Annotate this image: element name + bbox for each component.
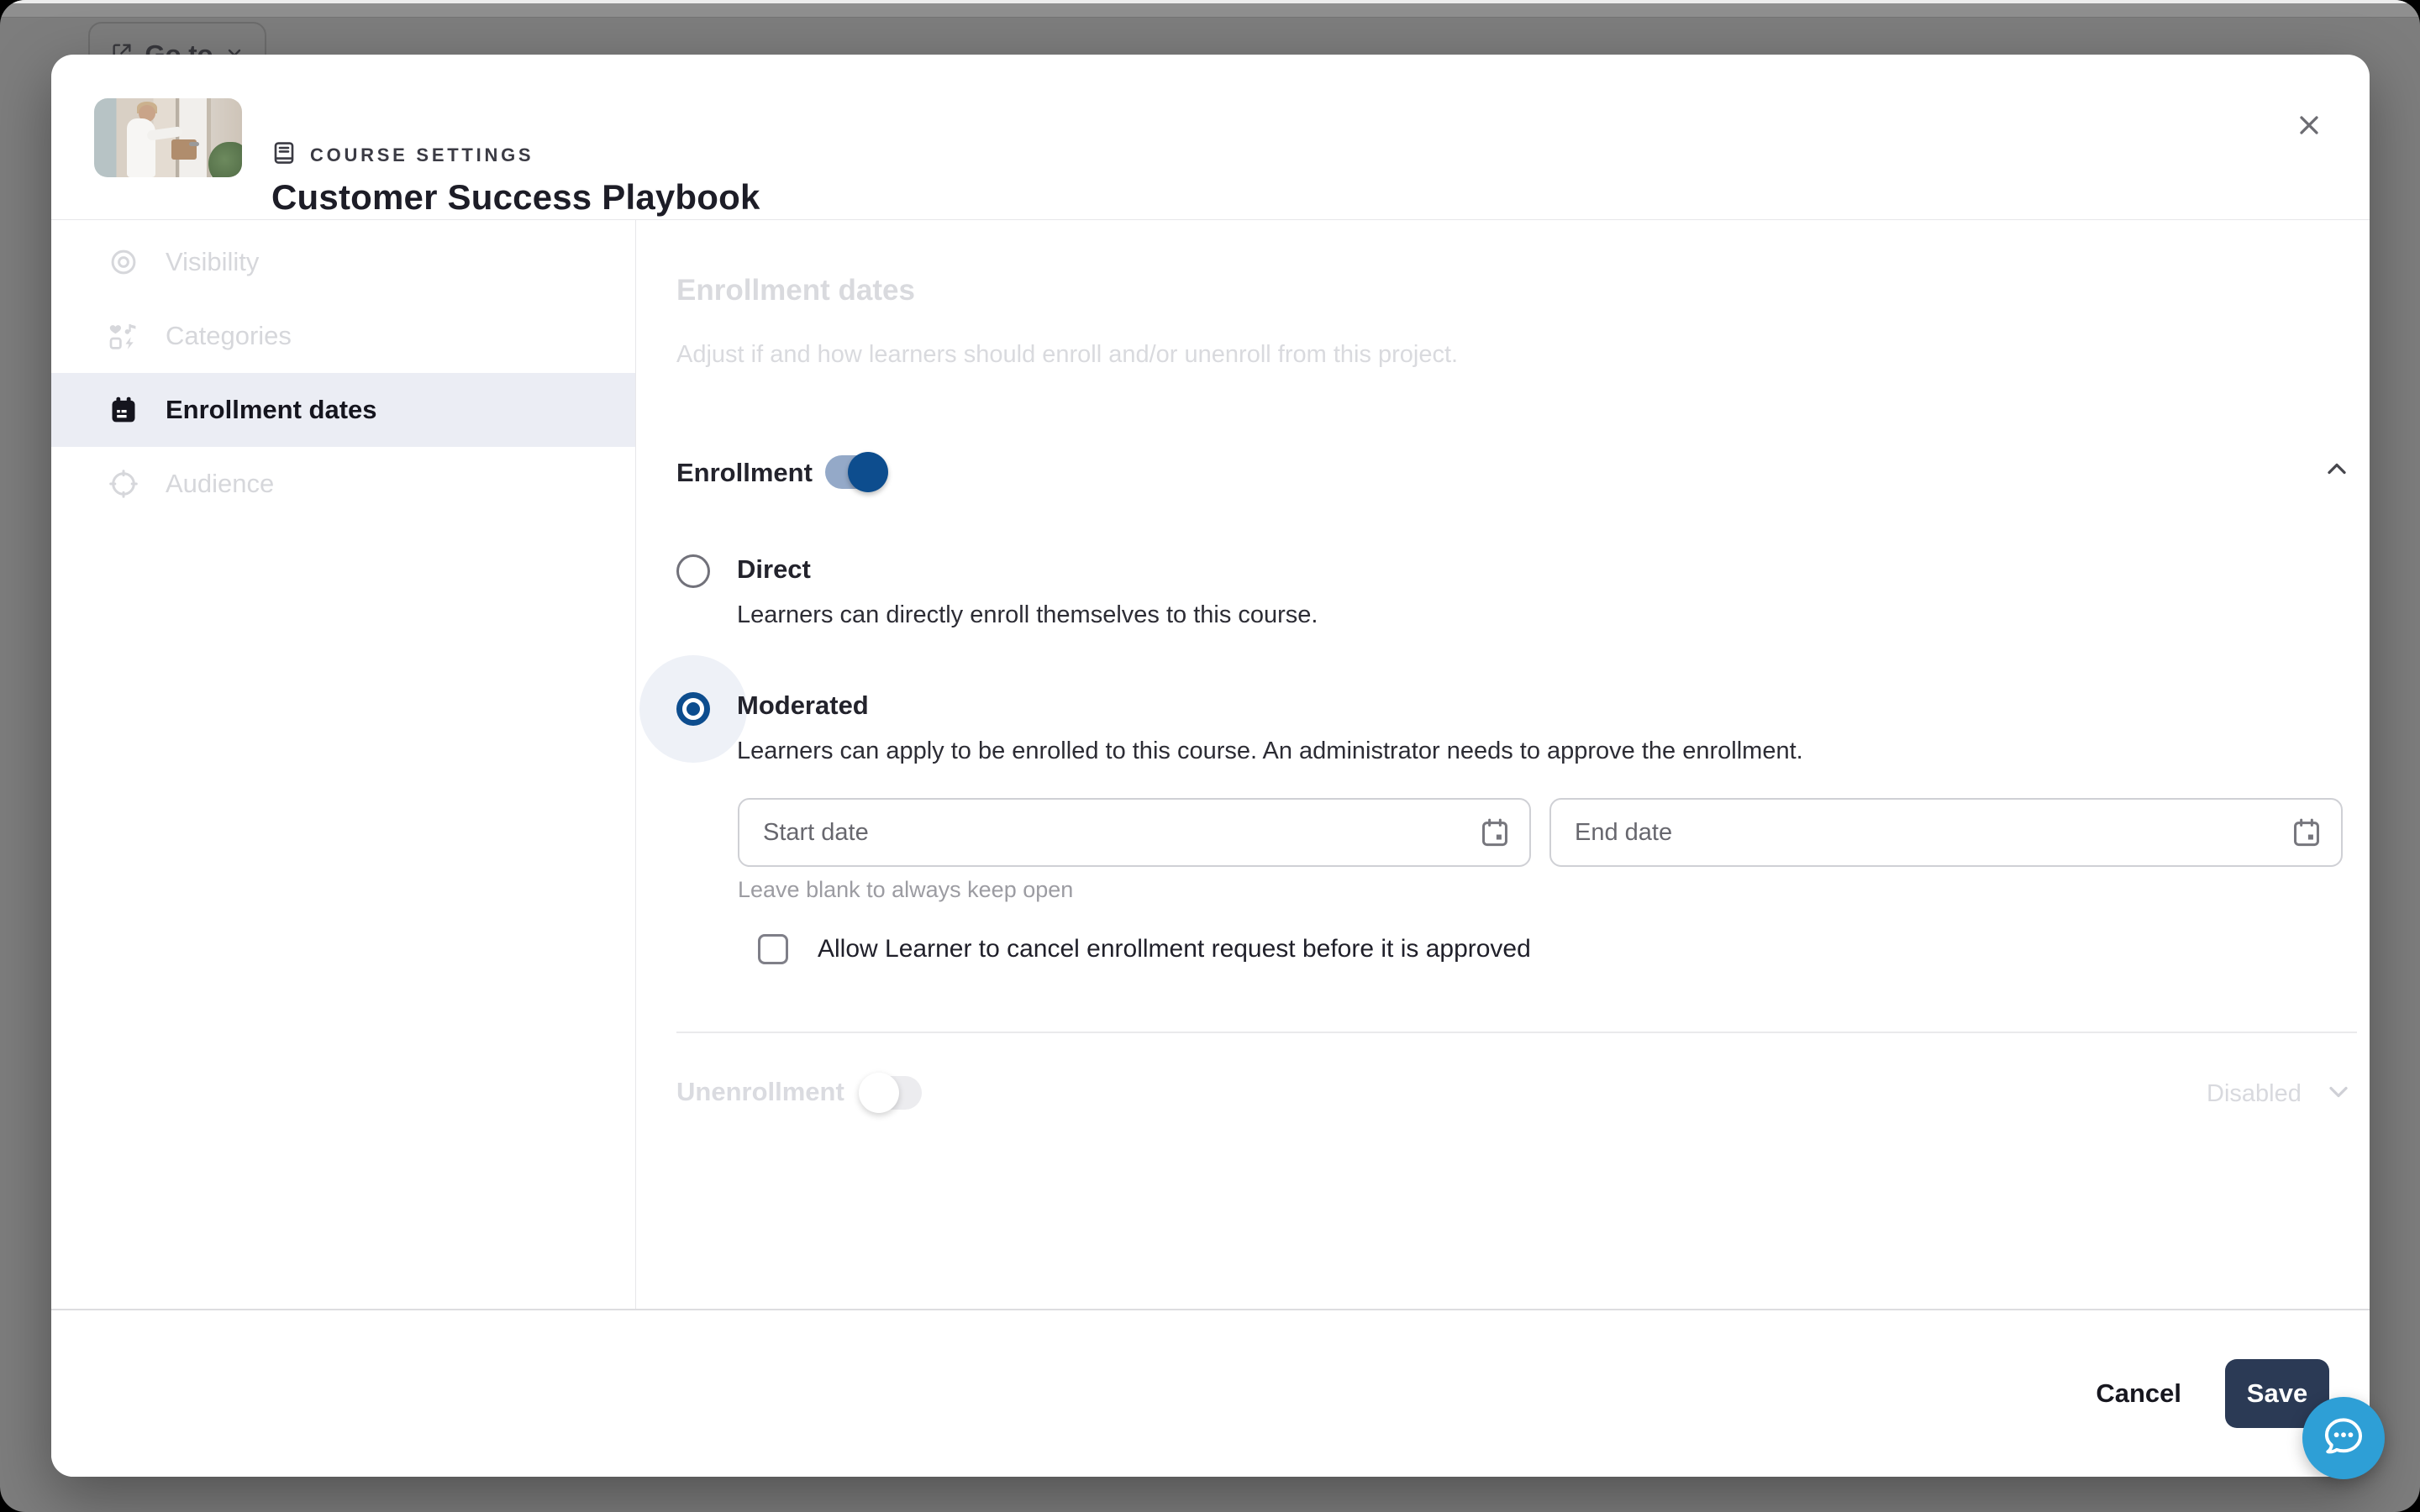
enrollment-toggle[interactable] (825, 455, 886, 489)
section-description: Adjust if and how learners should enroll… (676, 341, 1458, 369)
end-date-field (1549, 798, 2343, 867)
settings-main-panel: Enrollment dates Adjust if and how learn… (636, 220, 2370, 1309)
modal-body: Visibility Categories (51, 220, 2370, 1309)
modal-title: Customer Success Playbook (271, 177, 760, 218)
radio-dot (687, 702, 700, 716)
unenrollment-status: Disabled (2207, 1080, 2301, 1108)
toggle-knob (859, 1073, 899, 1113)
cancel-request-row: Allow Learner to cancel enrollment reque… (758, 934, 1531, 964)
unenrollment-toggle[interactable] (861, 1076, 922, 1110)
radio-moderated-label: Moderated (737, 690, 869, 721)
sidebar-item-categories[interactable]: Categories (51, 299, 635, 373)
section-title: Enrollment dates (676, 274, 915, 307)
date-helper-text: Leave blank to always keep open (738, 877, 1073, 903)
close-icon (2294, 110, 2324, 144)
course-thumbnail (94, 98, 242, 177)
toggle-knob (848, 452, 888, 492)
close-button[interactable] (2286, 103, 2333, 150)
sidebar-item-enrollment-dates[interactable]: Enrollment dates (51, 373, 635, 447)
allow-cancel-label: Allow Learner to cancel enrollment reque… (818, 935, 1531, 963)
sidebar-item-label: Audience (166, 469, 274, 499)
sidebar-item-label: Categories (166, 321, 292, 351)
chat-bubble-icon (2320, 1413, 2367, 1464)
chat-fab-button[interactable] (2302, 1397, 2385, 1479)
section-divider (676, 1032, 2357, 1033)
date-inputs-row (738, 798, 2343, 867)
unenrollment-label: Unenrollment (676, 1077, 844, 1107)
screen: Go to COURSE SETTINGS Customer Success P… (0, 0, 2420, 1512)
course-settings-modal: COURSE SETTINGS Customer Success Playboo… (51, 55, 2370, 1477)
modal-eyebrow: COURSE SETTINGS (310, 144, 534, 166)
chevron-down-icon[interactable] (2323, 1077, 2354, 1111)
calendar-icon (108, 395, 139, 425)
modal-footer: Cancel Save (51, 1309, 2370, 1477)
radio-direct-description: Learners can directly enroll themselves … (737, 601, 1318, 629)
chevron-up-icon[interactable] (2322, 454, 2352, 488)
start-date-input[interactable] (738, 798, 1531, 867)
allow-cancel-checkbox[interactable] (758, 934, 788, 964)
sidebar-item-label: Visibility (166, 247, 259, 277)
cancel-button[interactable]: Cancel (2087, 1362, 2190, 1425)
modal-header: COURSE SETTINGS Customer Success Playboo… (51, 55, 2370, 220)
sidebar-item-visibility[interactable]: Visibility (51, 225, 635, 299)
target-icon (108, 469, 139, 499)
start-date-field (738, 798, 1531, 867)
enrollment-label: Enrollment (676, 458, 813, 488)
radio-moderated[interactable] (676, 692, 710, 726)
categories-icon (108, 321, 139, 351)
sidebar-item-audience[interactable]: Audience (51, 447, 635, 521)
eye-icon (108, 247, 139, 277)
background-page-header (0, 0, 2420, 18)
radio-direct[interactable] (676, 554, 710, 588)
book-icon (271, 140, 297, 170)
settings-sidebar: Visibility Categories (51, 220, 636, 1309)
end-date-input[interactable] (1549, 798, 2343, 867)
radio-moderated-description: Learners can apply to be enrolled to thi… (737, 738, 1803, 765)
radio-direct-label: Direct (737, 554, 811, 585)
sidebar-item-label: Enrollment dates (166, 395, 377, 425)
